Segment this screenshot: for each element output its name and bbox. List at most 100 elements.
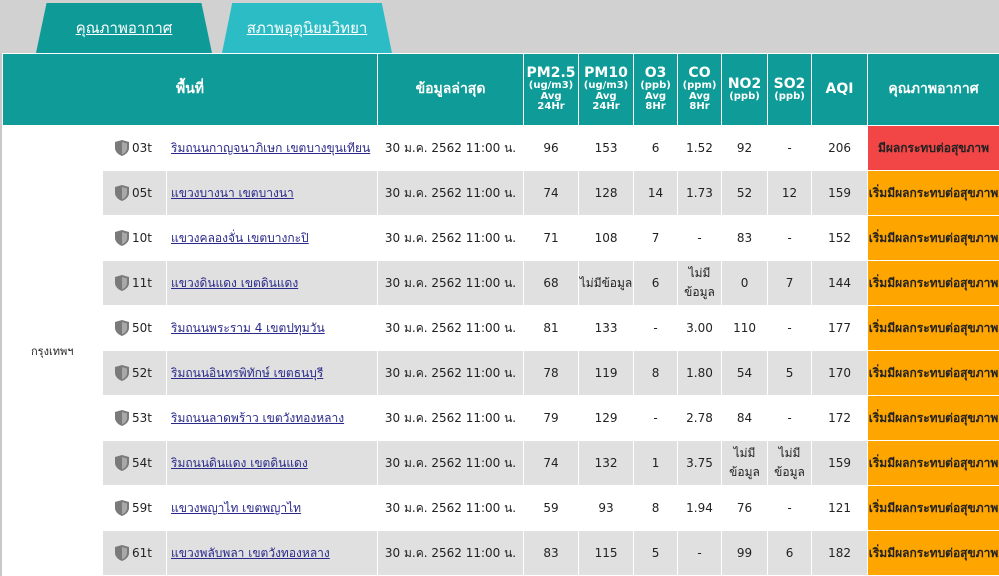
station-link[interactable]: ริมถนนดินแดง เขตดินแดง bbox=[171, 456, 308, 470]
shield-icon bbox=[115, 320, 129, 336]
cell-co: 2.78 bbox=[678, 396, 722, 441]
station-area: แขวงคลองจั่น เขตบางกะปิ bbox=[167, 216, 378, 261]
cell-aqi: 170 bbox=[812, 351, 868, 396]
air-quality-table: พื้นที่ ข้อมูลล่าสุด PM2.5(ug/m3)Avg24Hr… bbox=[2, 53, 999, 576]
cell-time: 30 ม.ค. 2562 11:00 น. bbox=[378, 486, 524, 531]
station-area: ริมถนนอินทรพิทักษ์ เขตธนบุรี bbox=[167, 351, 378, 396]
cell-aqi: 152 bbox=[812, 216, 868, 261]
cell-o3: 5 bbox=[634, 531, 678, 576]
header-aqi: AQI bbox=[812, 54, 868, 126]
station-area: แขวงบางนา เขตบางนา bbox=[167, 171, 378, 216]
cell-no2: 84 bbox=[722, 396, 768, 441]
station-area: ริมถนนกาญจนาภิเษก เขตบางขุนเทียน bbox=[167, 126, 378, 171]
cell-pm25: 81 bbox=[524, 306, 579, 351]
cell-aqi: 121 bbox=[812, 486, 868, 531]
cell-pm25: 74 bbox=[524, 171, 579, 216]
station-code: 10t bbox=[103, 216, 167, 261]
cell-co: 3.00 bbox=[678, 306, 722, 351]
cell-pm10: 129 bbox=[579, 396, 634, 441]
station-link[interactable]: ริมถนนพระราม 4 เขตปทุมวัน bbox=[171, 321, 325, 335]
quality-status: เริ่มมีผลกระทบต่อสุขภาพ bbox=[868, 306, 999, 351]
cell-pm25: 79 bbox=[524, 396, 579, 441]
quality-status: เริ่มมีผลกระทบต่อสุขภาพ bbox=[868, 486, 999, 531]
cell-pm10: ไม่มีข้อมูล bbox=[579, 261, 634, 306]
cell-o3: 7 bbox=[634, 216, 678, 261]
station-link[interactable]: แขวงดินแดง เขตดินแดง bbox=[171, 276, 298, 290]
cell-co: ไม่มีข้อมูล bbox=[678, 261, 722, 306]
shield-icon bbox=[115, 140, 129, 156]
cell-o3: - bbox=[634, 396, 678, 441]
station-code: 61t bbox=[103, 531, 167, 576]
shield-icon bbox=[115, 545, 129, 561]
shield-icon bbox=[115, 185, 129, 201]
quality-status: เริ่มมีผลกระทบต่อสุขภาพ bbox=[868, 441, 999, 486]
region-label: กรุงเทพฯ bbox=[3, 126, 103, 576]
station-area: แขวงพลับพลา เขตวังทองหลาง bbox=[167, 531, 378, 576]
station-area: แขวงพญาไท เขตพญาไท bbox=[167, 486, 378, 531]
cell-pm25: 78 bbox=[524, 351, 579, 396]
header-quality: คุณภาพอากาศ bbox=[868, 54, 999, 126]
shield-icon bbox=[115, 365, 129, 381]
station-code: 52t bbox=[103, 351, 167, 396]
cell-so2: - bbox=[768, 216, 812, 261]
header-latest: ข้อมูลล่าสุด bbox=[378, 54, 524, 126]
shield-icon bbox=[115, 275, 129, 291]
station-area: ริมถนนลาดพร้าว เขตวังทองหลาง bbox=[167, 396, 378, 441]
cell-no2: 83 bbox=[722, 216, 768, 261]
cell-no2: ไม่มีข้อมูล bbox=[722, 441, 768, 486]
cell-pm10: 128 bbox=[579, 171, 634, 216]
cell-pm10: 132 bbox=[579, 441, 634, 486]
cell-so2: 5 bbox=[768, 351, 812, 396]
station-code: 05t bbox=[103, 171, 167, 216]
station-link[interactable]: แขวงพญาไท เขตพญาไท bbox=[171, 501, 301, 515]
station-code: 54t bbox=[103, 441, 167, 486]
station-link[interactable]: แขวงพลับพลา เขตวังทองหลาง bbox=[171, 546, 330, 560]
cell-o3: 8 bbox=[634, 486, 678, 531]
cell-no2: 52 bbox=[722, 171, 768, 216]
cell-so2: - bbox=[768, 126, 812, 171]
station-code: 11t bbox=[103, 261, 167, 306]
cell-so2: 12 bbox=[768, 171, 812, 216]
cell-o3: 1 bbox=[634, 441, 678, 486]
cell-no2: 99 bbox=[722, 531, 768, 576]
table-row: 61tแขวงพลับพลา เขตวังทองหลาง30 ม.ค. 2562… bbox=[3, 531, 999, 576]
tab-weather[interactable]: สภาพอุตุนิยมวิทยา bbox=[222, 3, 392, 53]
cell-pm10: 119 bbox=[579, 351, 634, 396]
cell-aqi: 177 bbox=[812, 306, 868, 351]
station-link[interactable]: ริมถนนกาญจนาภิเษก เขตบางขุนเทียน bbox=[171, 141, 370, 155]
cell-so2: - bbox=[768, 306, 812, 351]
cell-so2: ไม่มีข้อมูล bbox=[768, 441, 812, 486]
tab-air-quality[interactable]: คุณภาพอากาศ bbox=[36, 3, 212, 53]
cell-pm25: 68 bbox=[524, 261, 579, 306]
station-link[interactable]: ริมถนนลาดพร้าว เขตวังทองหลาง bbox=[171, 411, 344, 425]
cell-pm10: 108 bbox=[579, 216, 634, 261]
cell-pm25: 83 bbox=[524, 531, 579, 576]
station-link[interactable]: แขวงคลองจั่น เขตบางกะปิ bbox=[171, 231, 309, 245]
table-row: 54tริมถนนดินแดง เขตดินแดง30 ม.ค. 2562 11… bbox=[3, 441, 999, 486]
cell-so2: - bbox=[768, 486, 812, 531]
quality-status: เริ่มมีผลกระทบต่อสุขภาพ bbox=[868, 261, 999, 306]
table-row: 59tแขวงพญาไท เขตพญาไท30 ม.ค. 2562 11:00 … bbox=[3, 486, 999, 531]
header-pm10: PM10(ug/m3)Avg24Hr bbox=[579, 54, 634, 126]
cell-so2: 7 bbox=[768, 261, 812, 306]
header-pm25: PM2.5(ug/m3)Avg24Hr bbox=[524, 54, 579, 126]
quality-status: เริ่มมีผลกระทบต่อสุขภาพ bbox=[868, 351, 999, 396]
station-code: 53t bbox=[103, 396, 167, 441]
table-row: 50tริมถนนพระราม 4 เขตปทุมวัน30 ม.ค. 2562… bbox=[3, 306, 999, 351]
cell-o3: 6 bbox=[634, 126, 678, 171]
shield-icon bbox=[115, 455, 129, 471]
cell-aqi: 159 bbox=[812, 171, 868, 216]
cell-co: 1.94 bbox=[678, 486, 722, 531]
shield-icon bbox=[115, 410, 129, 426]
station-code: 50t bbox=[103, 306, 167, 351]
cell-time: 30 ม.ค. 2562 11:00 น. bbox=[378, 216, 524, 261]
quality-status: เริ่มมีผลกระทบต่อสุขภาพ bbox=[868, 171, 999, 216]
cell-co: - bbox=[678, 216, 722, 261]
station-link[interactable]: แขวงบางนา เขตบางนา bbox=[171, 186, 294, 200]
cell-pm25: 74 bbox=[524, 441, 579, 486]
quality-status: เริ่มมีผลกระทบต่อสุขภาพ bbox=[868, 396, 999, 441]
station-link[interactable]: ริมถนนอินทรพิทักษ์ เขตธนบุรี bbox=[171, 366, 323, 380]
cell-co: 3.75 bbox=[678, 441, 722, 486]
cell-no2: 54 bbox=[722, 351, 768, 396]
cell-aqi: 159 bbox=[812, 441, 868, 486]
